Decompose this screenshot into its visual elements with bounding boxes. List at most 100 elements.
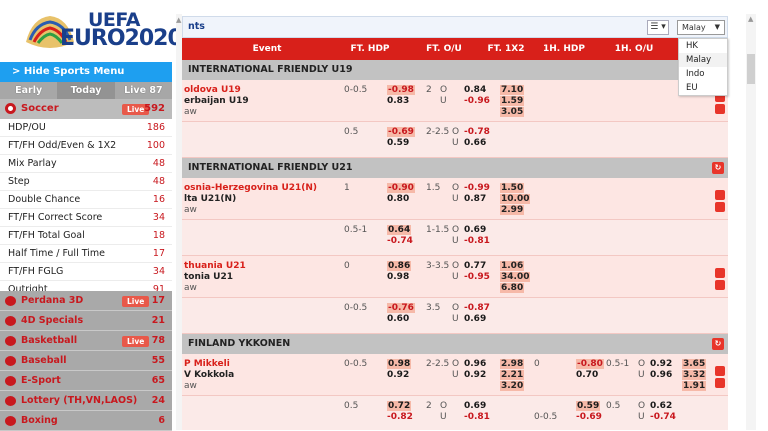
away-team[interactable]: lta U21(N) xyxy=(184,194,236,204)
add-bet-icon[interactable] xyxy=(715,104,725,114)
1h-over-odds[interactable]: 0.62 xyxy=(650,401,672,411)
sport-item[interactable]: E-Sport 65 xyxy=(0,371,172,391)
scroll-thumb[interactable] xyxy=(747,54,755,84)
1h-hdp-home-odds[interactable]: -0.80 xyxy=(576,359,604,369)
hdp-home-odds[interactable]: 0.72 xyxy=(387,401,412,411)
hide-sports-menu-button[interactable]: > Hide Sports Menu xyxy=(0,62,172,82)
sport-item[interactable]: Baseball 55 xyxy=(0,351,172,371)
home-win-odds[interactable]: 2.98 xyxy=(500,359,525,369)
sport-item[interactable]: Boxing 6 xyxy=(0,411,172,431)
home-win-odds[interactable]: 1.50 xyxy=(500,183,525,193)
over-odds[interactable]: -0.99 xyxy=(464,183,490,193)
under-odds[interactable]: -0.81 xyxy=(464,236,490,246)
home-team[interactable]: P Mikkeli xyxy=(184,359,230,369)
away-win-odds[interactable]: 34.00 xyxy=(500,272,531,282)
hdp-home-odds[interactable]: -0.76 xyxy=(387,303,415,313)
soccer-submenu-item[interactable]: Half Time / Full Time 17 xyxy=(0,245,172,263)
soccer-submenu-item[interactable]: Step 48 xyxy=(0,173,172,191)
away-win-odds[interactable]: 1.59 xyxy=(500,96,525,106)
over-odds[interactable]: 0.69 xyxy=(464,401,486,411)
odds-type-option[interactable]: HK xyxy=(679,39,727,53)
over-odds[interactable]: 0.77 xyxy=(464,261,486,271)
odds-type-select[interactable]: Malay ▼ xyxy=(677,20,725,35)
soccer-submenu-item[interactable]: FT/FH FGLG 34 xyxy=(0,263,172,281)
away-team[interactable]: V Kokkola xyxy=(184,370,234,380)
hdp-away-odds[interactable]: 0.83 xyxy=(387,96,409,106)
soccer-submenu-item[interactable]: FT/FH Odd/Even & 1X2 100 xyxy=(0,137,172,155)
over-odds[interactable]: -0.87 xyxy=(464,303,490,313)
1h-hdp-away-odds[interactable]: 0.70 xyxy=(576,370,598,380)
1h-home-win-odds[interactable]: 3.65 xyxy=(682,359,707,369)
hdp-away-odds[interactable]: 0.80 xyxy=(387,194,409,204)
under-odds[interactable]: 0.69 xyxy=(464,314,486,324)
home-win-odds[interactable]: 7.10 xyxy=(500,85,525,95)
tab-live[interactable]: Live 87 xyxy=(115,82,172,99)
tab-early[interactable]: Early xyxy=(0,82,57,99)
1h-under-odds[interactable]: -0.74 xyxy=(650,412,676,422)
add-bet-icon[interactable] xyxy=(715,280,725,290)
page-scrollbar[interactable]: ▲ xyxy=(746,14,756,430)
hdp-away-odds[interactable]: 0.98 xyxy=(387,272,409,282)
home-team[interactable]: thuania U21 xyxy=(184,261,246,271)
view-toggle-button[interactable]: ☰ ▾ xyxy=(647,20,669,35)
stats-icon[interactable] xyxy=(715,268,725,278)
sport-soccer[interactable]: Soccer Live 592 xyxy=(0,99,172,119)
home-team[interactable]: oldova U19 xyxy=(184,85,241,95)
away-win-odds[interactable]: 10.00 xyxy=(500,194,531,204)
draw-odds[interactable]: 3.05 xyxy=(500,107,525,117)
odds-type-option[interactable]: Malay xyxy=(679,53,727,67)
hdp-away-odds[interactable]: -0.82 xyxy=(387,412,413,422)
soccer-submenu-item[interactable]: FT/FH Correct Score 34 xyxy=(0,209,172,227)
over-odds[interactable]: 0.84 xyxy=(464,85,486,95)
1h-under-odds[interactable]: 0.96 xyxy=(650,370,672,380)
hdp-home-odds[interactable]: 0.98 xyxy=(387,359,412,369)
away-team[interactable]: erbaijan U19 xyxy=(184,96,249,106)
odds-type-option[interactable]: Indo xyxy=(679,67,727,81)
over-odds[interactable]: 0.96 xyxy=(464,359,486,369)
hdp-away-odds[interactable]: 0.92 xyxy=(387,370,409,380)
draw-odds[interactable]: 2.99 xyxy=(500,205,525,215)
1h-over-odds[interactable]: 0.92 xyxy=(650,359,672,369)
under-odds[interactable]: -0.95 xyxy=(464,272,490,282)
under-odds[interactable]: 0.87 xyxy=(464,194,486,204)
home-team[interactable]: osnia-Herzegovina U21(N) xyxy=(184,183,317,193)
draw-odds[interactable]: 6.80 xyxy=(500,283,525,293)
over-odds[interactable]: -0.78 xyxy=(464,127,490,137)
add-bet-icon[interactable] xyxy=(715,378,725,388)
1h-hdp-away-odds[interactable]: -0.69 xyxy=(576,412,602,422)
under-odds[interactable]: -0.96 xyxy=(464,96,490,106)
hdp-home-odds[interactable]: -0.69 xyxy=(387,127,415,137)
under-odds[interactable]: 0.92 xyxy=(464,370,486,380)
sport-item[interactable]: Basketball Live 78 xyxy=(0,331,172,351)
add-bet-icon[interactable] xyxy=(715,202,725,212)
tab-today[interactable]: Today xyxy=(57,82,115,99)
sport-item[interactable]: Lottery (TH,VN,LAOS) 24 xyxy=(0,391,172,411)
refresh-icon[interactable]: ↻ xyxy=(712,162,724,174)
refresh-icon[interactable]: ↻ xyxy=(712,338,724,350)
soccer-submenu-item[interactable]: Double Chance 16 xyxy=(0,191,172,209)
hdp-home-odds[interactable]: -0.98 xyxy=(387,85,415,95)
under-odds[interactable]: -0.81 xyxy=(464,412,490,422)
soccer-submenu-item[interactable]: Mix Parlay 48 xyxy=(0,155,172,173)
1h-hdp-home-odds[interactable]: 0.59 xyxy=(576,401,601,411)
soccer-submenu-item[interactable]: FT/FH Total Goal 18 xyxy=(0,227,172,245)
hdp-home-odds[interactable]: 0.86 xyxy=(387,261,412,271)
1h-draw-odds[interactable]: 1.91 xyxy=(682,381,707,391)
sport-item[interactable]: Perdana 3D Live 17 xyxy=(0,291,172,311)
under-odds[interactable]: 0.66 xyxy=(464,138,486,148)
1h-away-win-odds[interactable]: 3.32 xyxy=(682,370,707,380)
over-odds[interactable]: 0.69 xyxy=(464,225,486,235)
hdp-home-odds[interactable]: -0.90 xyxy=(387,183,415,193)
hdp-home-odds[interactable]: 0.64 xyxy=(387,225,412,235)
stats-icon[interactable] xyxy=(715,366,725,376)
away-win-odds[interactable]: 2.21 xyxy=(500,370,525,380)
hdp-away-odds[interactable]: 0.59 xyxy=(387,138,409,148)
soccer-submenu-item[interactable]: HDP/OU 186 xyxy=(0,119,172,137)
stats-icon[interactable] xyxy=(715,190,725,200)
away-team[interactable]: tonia U21 xyxy=(184,272,233,282)
sport-item[interactable]: 4D Specials 21 xyxy=(0,311,172,331)
home-win-odds[interactable]: 1.06 xyxy=(500,261,525,271)
hdp-away-odds[interactable]: -0.74 xyxy=(387,236,413,246)
hdp-away-odds[interactable]: 0.60 xyxy=(387,314,409,324)
draw-odds[interactable]: 3.20 xyxy=(500,381,525,391)
